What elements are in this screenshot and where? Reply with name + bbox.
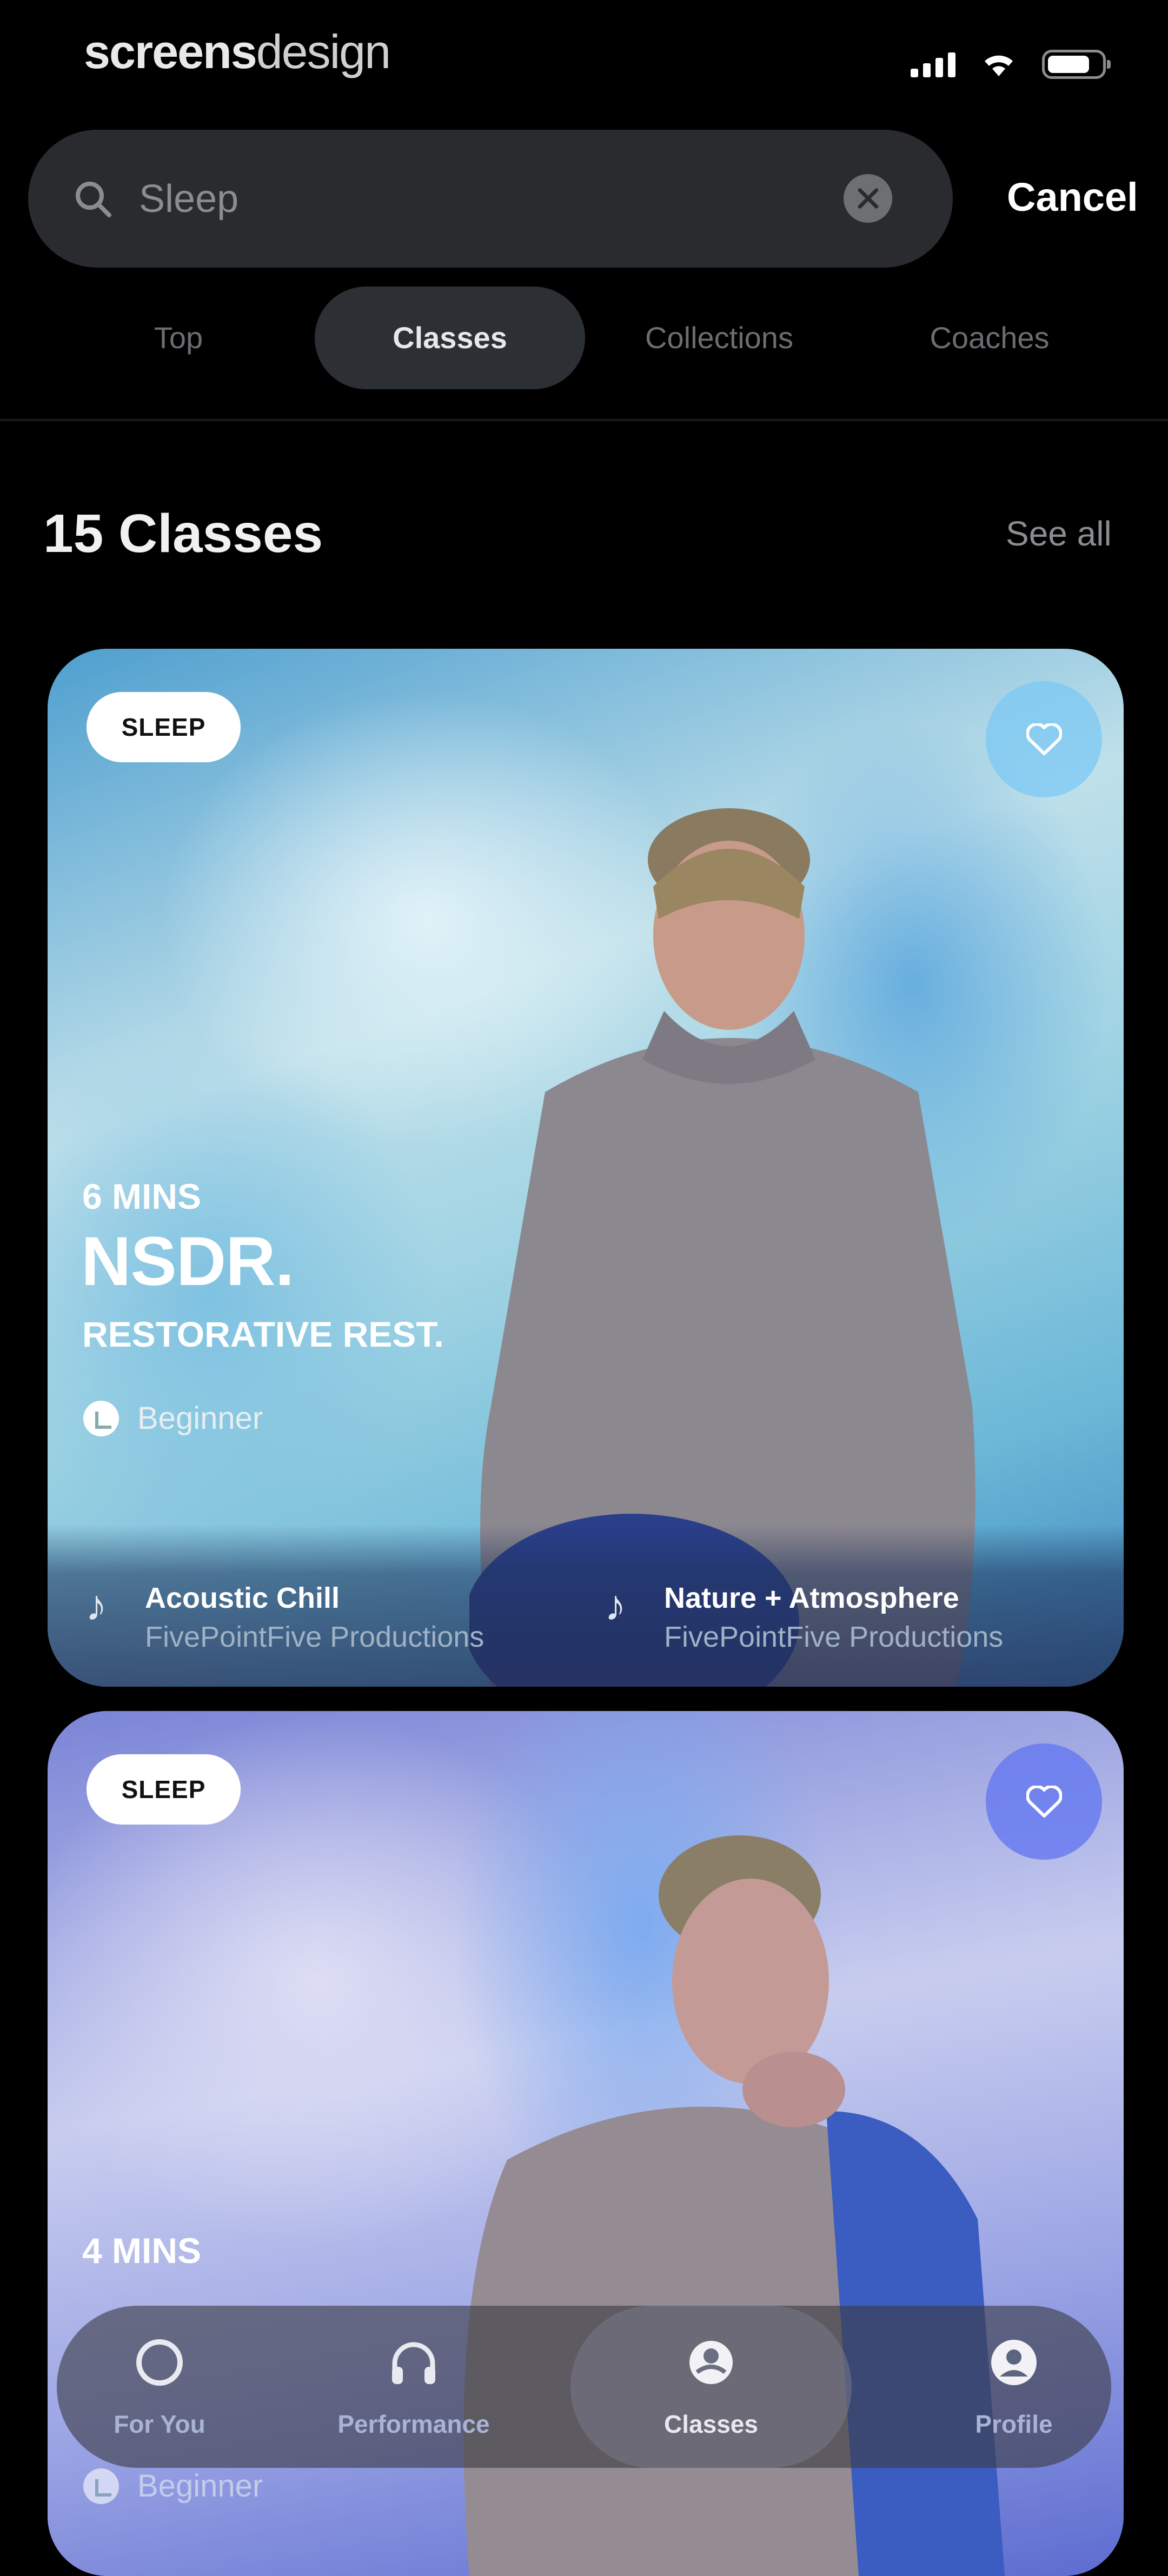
track-name: Nature + Atmosphere xyxy=(664,1582,959,1614)
track-artist: FivePointFive Productions xyxy=(145,1621,485,1653)
see-all-link[interactable]: See all xyxy=(1006,514,1112,554)
circle-icon xyxy=(136,2339,183,2386)
category-badge: SLEEP xyxy=(87,1754,241,1825)
track-name: Acoustic Chill xyxy=(145,1582,340,1614)
clear-search-icon[interactable] xyxy=(844,174,892,223)
status-icons xyxy=(911,50,1111,79)
level-icon xyxy=(83,2468,119,2504)
track-artist: FivePointFive Productions xyxy=(664,1621,1004,1653)
nav-profile[interactable]: Profile xyxy=(911,2306,1117,2468)
headphones-icon xyxy=(392,2342,435,2384)
favorite-button[interactable] xyxy=(986,681,1102,797)
music-track[interactable]: ♪ Nature + Atmosphere FivePointFive Prod… xyxy=(605,1579,1003,1656)
nav-performance[interactable]: Performance xyxy=(311,2306,516,2468)
music-section: ♪ Acoustic Chill FivePointFive Productio… xyxy=(48,1525,1124,1687)
search-icon xyxy=(76,182,111,217)
class-duration: 4 MINS xyxy=(82,2231,202,2271)
music-note-icon: ♪ xyxy=(605,1581,626,1629)
filter-tabs: Top Classes Collections Coaches xyxy=(0,287,1168,395)
level-icon xyxy=(83,1400,119,1436)
class-level: Beginner xyxy=(83,1400,263,1436)
category-badge: SLEEP xyxy=(87,692,241,762)
wifi-icon xyxy=(981,51,1016,77)
class-card[interactable]: SLEEP 6 MINS NSDR. RESTORATIVE REST. Beg… xyxy=(48,649,1124,1687)
search-input[interactable]: Sleep xyxy=(139,177,238,221)
heart-icon xyxy=(1026,1786,1062,1818)
nav-label: Profile xyxy=(975,2410,1053,2438)
favorite-button[interactable] xyxy=(986,1743,1102,1860)
level-label: Beginner xyxy=(137,2468,263,2504)
nav-label: Classes xyxy=(664,2410,758,2438)
tab-top[interactable]: Top xyxy=(97,287,260,389)
nav-for-you[interactable]: For You xyxy=(57,2306,262,2468)
bottom-nav: For You Performance Classes Profile xyxy=(57,2306,1111,2468)
music-note-icon: ♪ xyxy=(85,1581,107,1629)
battery-icon xyxy=(1042,50,1111,79)
tab-collections[interactable]: Collections xyxy=(606,287,833,389)
brand-logo: screensdesign xyxy=(84,25,391,78)
profile-icon xyxy=(991,2340,1037,2385)
class-title: NSDR. xyxy=(81,1223,294,1300)
tab-classes[interactable]: Classes xyxy=(315,287,585,389)
class-duration: 6 MINS xyxy=(82,1176,202,1216)
nav-classes[interactable]: Classes xyxy=(570,2306,852,2468)
results-count: 15 Classes xyxy=(43,503,323,564)
status-bar: screensdesign xyxy=(0,0,1168,119)
heart-icon xyxy=(1026,723,1062,755)
level-label: Beginner xyxy=(137,1401,263,1436)
class-subtitle: RESTORATIVE REST. xyxy=(82,1314,444,1354)
cancel-button[interactable]: Cancel xyxy=(1007,174,1138,220)
nav-label: Performance xyxy=(337,2410,490,2438)
music-track[interactable]: ♪ Acoustic Chill FivePointFive Productio… xyxy=(85,1579,484,1656)
signal-icon xyxy=(911,51,955,77)
nav-label: For You xyxy=(114,2410,205,2438)
classes-icon xyxy=(689,2341,733,2384)
class-level: Beginner xyxy=(83,2468,263,2504)
divider xyxy=(0,419,1168,421)
tab-coaches[interactable]: Coaches xyxy=(876,287,1103,389)
search-bar[interactable]: Sleep xyxy=(28,130,953,268)
